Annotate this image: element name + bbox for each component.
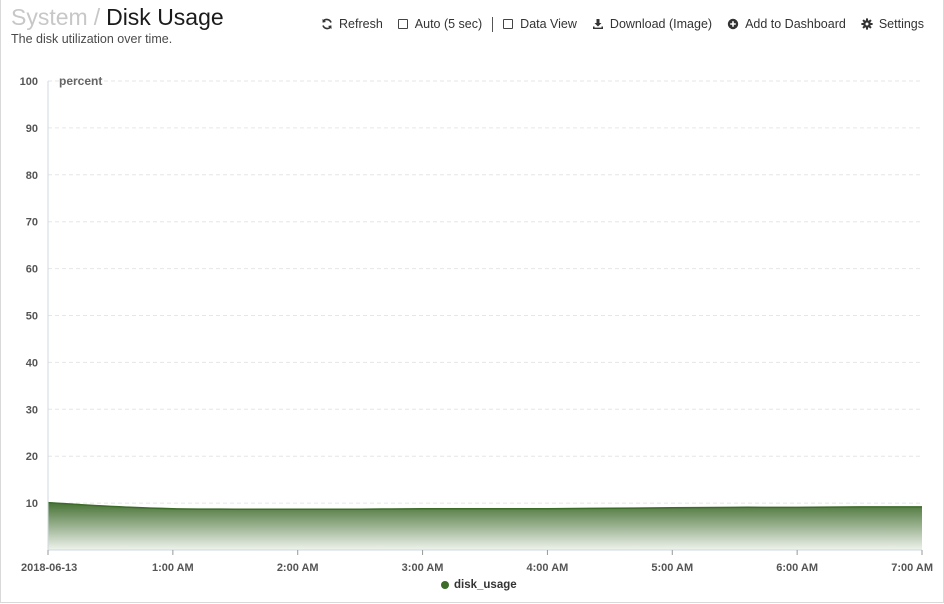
y-tick-label: 20 [26,451,38,463]
grid-lines [48,80,922,504]
series-area [47,501,923,550]
x-tick-label: 7:00 AM [891,562,933,574]
y-tick-label: 60 [26,264,38,276]
y-tick-label: 90 [26,123,38,135]
disk-usage-chart: 10 20 30 40 50 60 70 80 90 100 2018-06-13 1:00 AM 2:… [20,74,933,574]
chart-legend[interactable]: disk_usage [441,579,517,591]
x-tick-label: 4:00 AM [527,562,569,574]
x-tick-label: 5:00 AM [651,562,693,574]
y-tick-label: 40 [26,357,38,369]
x-tick-label: 1:00 AM [152,562,194,574]
y-tick-label: 30 [26,404,38,416]
disk-usage-area[interactable] [48,502,922,550]
legend-marker [441,581,449,589]
x-tick-label: 6:00 AM [776,562,818,574]
y-tick-label: 70 [26,217,38,229]
y-axis-label: percent [59,74,102,88]
y-tick-label: 50 [26,311,38,323]
x-tick-label: 2:00 AM [277,562,319,574]
legend-label: disk_usage [454,579,517,591]
y-tick-label: 100 [20,76,38,88]
x-tick-label: 2018-06-13 [21,562,77,574]
x-tick-label: 3:00 AM [402,562,444,574]
axes: 10 20 30 40 50 60 70 80 90 100 2018-06-13 1:00 AM 2:… [20,76,933,574]
y-tick-label: 80 [26,170,38,182]
y-tick-label: 10 [26,498,38,510]
